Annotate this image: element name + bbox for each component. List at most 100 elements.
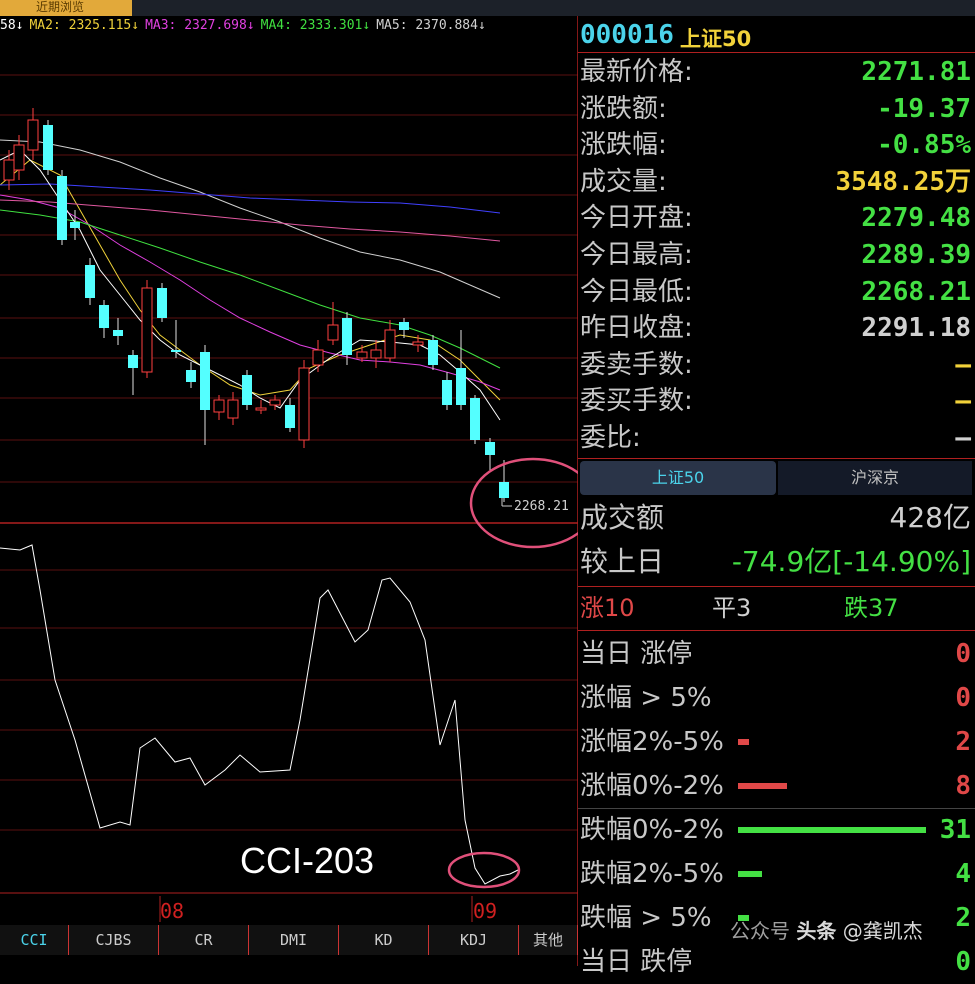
distribution-label: 跌幅2%-5% <box>580 859 724 889</box>
quote-row: 成交量: 3548.25万 <box>578 164 975 200</box>
distribution-row: 当日 涨停 0 <box>578 632 975 676</box>
quote-row: 今日开盘: 2279.48 <box>578 200 975 236</box>
turnover-value: 428亿 <box>889 501 971 534</box>
quote-row: 委卖手数: — <box>578 347 975 383</box>
candle <box>200 345 210 445</box>
candle <box>298 360 310 448</box>
candle <box>485 438 495 470</box>
quote-label: 涨跌幅: <box>580 130 667 161</box>
candle <box>312 340 324 372</box>
quote-label: 成交量: <box>580 166 667 197</box>
distribution-bar <box>738 827 926 833</box>
index-code: 000016 <box>580 20 674 50</box>
quote-value: 2268.21 <box>861 276 971 307</box>
distribution-row: 涨幅 > 5% 0 <box>578 676 975 720</box>
distribution-bar <box>738 871 763 877</box>
watermark: 公众号 头条 @龚凯杰 <box>730 919 923 943</box>
quote-label: 委比: <box>580 423 641 453</box>
candle <box>227 392 239 425</box>
quote-value: 2291.18 <box>861 313 971 344</box>
tab-sz50[interactable]: 上证50 <box>580 461 776 495</box>
distribution-value: 8 <box>955 771 971 801</box>
quote-value: — <box>955 386 971 417</box>
ma6-line <box>0 183 501 214</box>
quote-value: — <box>955 423 971 453</box>
turnover-label: 成交额 <box>580 501 665 534</box>
quote-row: 今日最高: 2289.39 <box>578 237 975 273</box>
quote-label: 今日开盘: <box>580 203 693 234</box>
distribution-value: 0 <box>955 947 971 977</box>
candle <box>13 135 25 180</box>
candle <box>3 150 15 190</box>
distribution-label: 涨幅2%-5% <box>580 727 724 757</box>
turnover-row: 成交额 428亿 <box>578 496 975 540</box>
down-count: 跌37 <box>844 594 899 622</box>
distribution-label: 当日 跌停 <box>580 947 693 977</box>
quote-label: 昨日收盘: <box>580 313 693 344</box>
distribution-value: 0 <box>955 639 971 669</box>
distribution-bar <box>738 783 787 789</box>
candle <box>171 320 181 358</box>
tab-cci[interactable]: CCI <box>0 925 69 955</box>
candle <box>157 283 167 322</box>
quote-value: -0.85% <box>877 130 971 161</box>
vs-prev-value: -74.9亿[-14.90%] <box>731 545 971 578</box>
tab-kd[interactable]: KD <box>339 925 429 955</box>
tab-hsj[interactable]: 沪深京 <box>778 461 972 495</box>
distribution-value: 4 <box>955 859 971 889</box>
candle <box>85 258 95 305</box>
distribution-row: 涨幅0%-2% 8 <box>578 764 975 809</box>
tab-dmi[interactable]: DMI <box>249 925 339 955</box>
candle <box>128 350 138 395</box>
kline-chart: 2268.21 08 09 <box>0 16 578 966</box>
quote-row: 今日最低: 2268.21 <box>578 274 975 310</box>
quote-row: 涨跌额: -19.37 <box>578 91 975 127</box>
low-price-label: 2268.21 <box>514 499 569 514</box>
candle <box>186 362 196 388</box>
tab-cr[interactable]: CR <box>159 925 249 955</box>
quote-value: — <box>955 349 971 380</box>
candle <box>470 395 480 444</box>
distribution-row: 跌幅0%-2% 31 <box>578 808 975 852</box>
candle <box>213 395 225 420</box>
candle <box>456 330 466 410</box>
vs-prev-row: 较上日 -74.9亿[-14.90%] <box>578 540 975 584</box>
candle <box>27 108 39 160</box>
candle <box>141 280 153 378</box>
distribution-label: 涨幅0%-2% <box>580 771 724 801</box>
date-label-09: 09 <box>473 899 497 923</box>
candle <box>99 300 109 338</box>
flat-count: 平3 <box>712 594 752 622</box>
quote-value: -19.37 <box>877 93 971 124</box>
distribution-value: 2 <box>955 903 971 933</box>
tab-kdj[interactable]: KDJ <box>429 925 519 955</box>
distribution-label: 跌幅 > 5% <box>580 903 712 933</box>
tab-cjbs[interactable]: CJBS <box>69 925 159 955</box>
quote-value: 2279.48 <box>861 203 971 234</box>
distribution-value: 2 <box>955 727 971 757</box>
quote-panel: 000016 上证50 最新价格: 2271.81 涨跌额: -19.37 涨跌幅: -0… <box>578 18 975 977</box>
quote-row: 昨日收盘: 2291.18 <box>578 310 975 346</box>
quote-label: 今日最高: <box>580 240 693 270</box>
quote-label: 最新价格: <box>580 57 693 87</box>
cci-annotation-label: CCI-203 <box>240 840 375 881</box>
breadth-row: 涨10 平3 跌37 <box>578 586 975 630</box>
quote-value: 3548.25万 <box>835 166 971 197</box>
distribution-label: 涨幅 > 5% <box>580 683 712 713</box>
tab-other[interactable]: 其他 <box>519 925 578 955</box>
candle <box>442 372 452 410</box>
candle <box>43 120 53 175</box>
candle <box>342 312 352 365</box>
quote-label: 委买手数: <box>580 386 693 417</box>
quote-row: 委比: — <box>578 420 975 456</box>
candle <box>242 370 252 410</box>
index-name: 上证50 <box>680 27 752 51</box>
candle <box>428 335 438 370</box>
candle <box>57 170 67 245</box>
candle <box>384 320 396 362</box>
quote-label: 委卖手数: <box>580 349 693 380</box>
distribution-label: 当日 涨停 <box>580 639 693 669</box>
up-count: 涨10 <box>580 594 635 622</box>
quote-label: 今日最低: <box>580 276 693 307</box>
distribution-row: 涨幅2%-5% 2 <box>578 720 975 764</box>
